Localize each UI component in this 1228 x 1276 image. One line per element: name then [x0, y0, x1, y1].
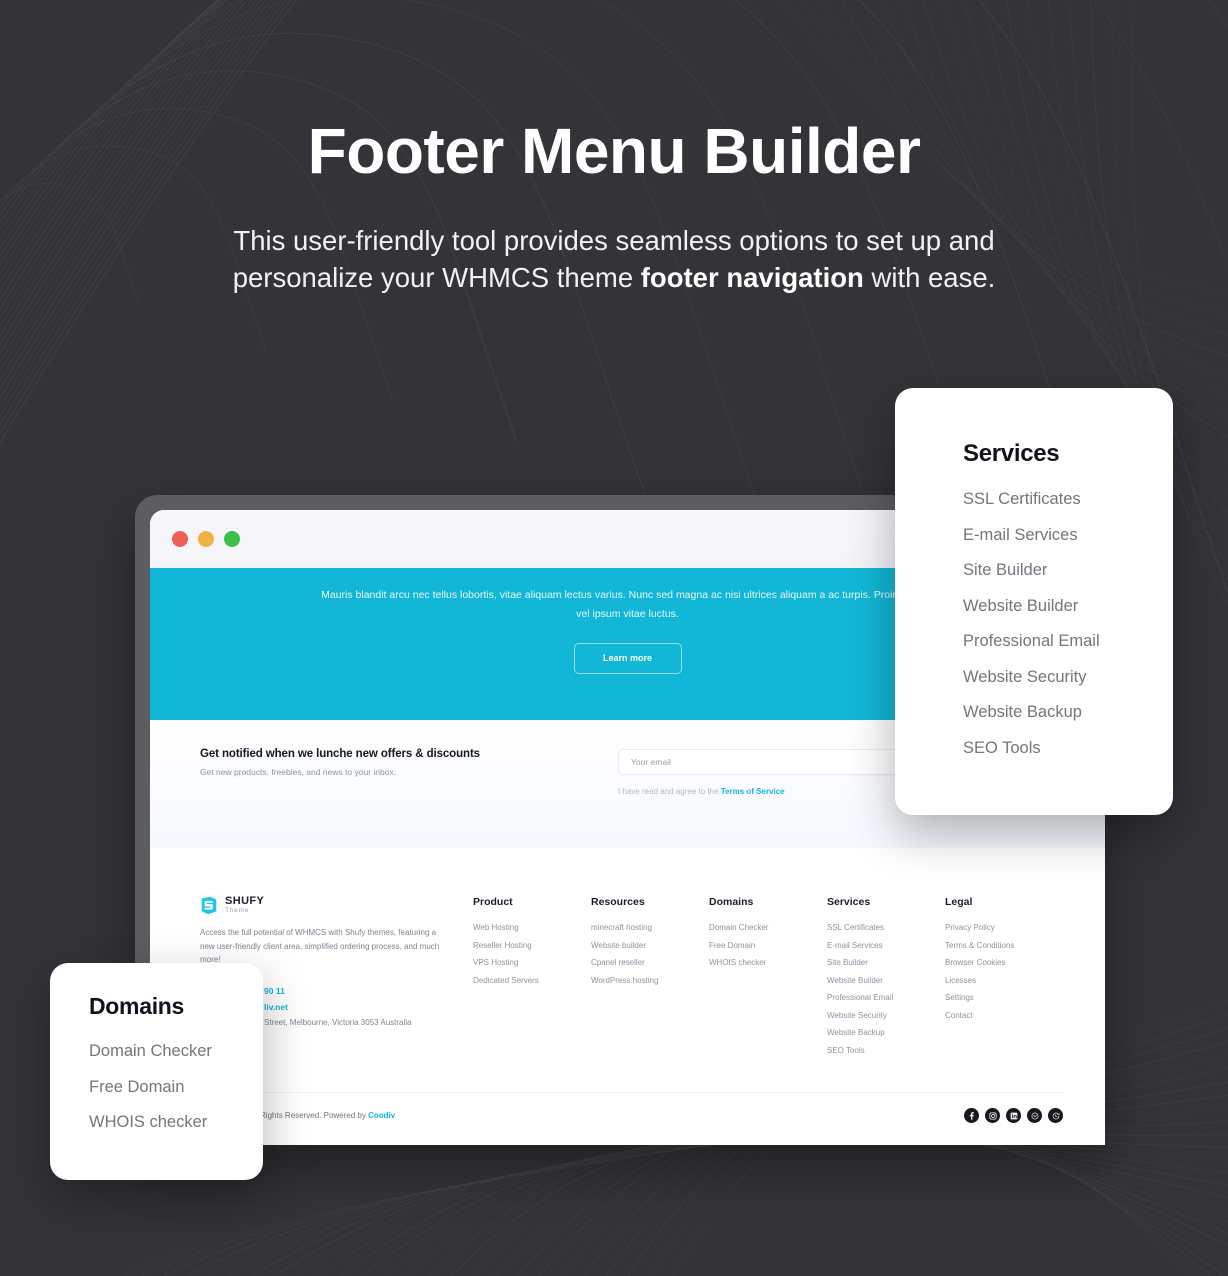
footer-link[interactable]: Browser Cookies	[945, 959, 1063, 967]
footer-link[interactable]: Cpanel reseller	[591, 959, 709, 967]
footer-column-services: Services SSL Certificates E-mail Services S…	[827, 896, 945, 1064]
footer-column-resources: Resources minecraft hosting Website builde…	[591, 896, 709, 1064]
callout-link[interactable]: SSL Certificates	[963, 491, 1173, 508]
footer-link[interactable]: Website Security	[827, 1011, 945, 1020]
callout-link[interactable]: Domain Checker	[89, 1043, 263, 1060]
footer-logo-name: SHUFY	[225, 895, 265, 907]
subtitle-emphasis: footer navigation	[640, 261, 864, 293]
callout-card-title: Services	[963, 440, 1060, 467]
callout-card-domains: Domains Domain Checker Free Domain WHOIS c…	[50, 963, 263, 1180]
learn-more-button[interactable]: Learn more	[573, 642, 682, 674]
footer-link[interactable]: Licesses	[945, 976, 1063, 985]
footer-link[interactable]: Website Builder	[827, 976, 945, 985]
footer-bottom-bar: Shufy theme. All Rights Reserved. Powere…	[200, 1092, 1063, 1138]
whatsapp-icon[interactable]	[1048, 1108, 1063, 1123]
footer-website[interactable]: liv.net	[264, 1000, 451, 1016]
footer-column-domains: Domains Domain Checker Free Domain WHOIS ch…	[709, 896, 827, 1064]
footer-link-columns: Product Web Hosting Reseller Hosting VPS Ho…	[473, 896, 1063, 1064]
subtitle-part-2: with ease.	[863, 261, 996, 293]
footer-column-legal: Legal Privacy Policy Terms & Conditions Bro…	[945, 896, 1063, 1064]
footer-link[interactable]: Contact	[945, 1011, 1063, 1020]
terms-prefix: I have read and agree to the	[618, 787, 721, 796]
footer-link[interactable]: Website Backup	[827, 1029, 945, 1037]
footer-link[interactable]: Professional Email	[827, 994, 945, 1002]
footer-link[interactable]: Domain Checker	[709, 924, 827, 932]
footer-description: Access the full potential of WHMCS with …	[200, 928, 440, 964]
terms-of-service-link[interactable]: Terms of Service	[721, 787, 785, 796]
footer-link[interactable]: SEO Tools	[827, 1046, 945, 1055]
footer-link[interactable]: Privacy Policy	[945, 924, 1063, 932]
callout-card-services: Services SSL Certificates E-mail Services…	[895, 388, 1173, 815]
facebook-icon[interactable]	[964, 1108, 979, 1123]
footer-column-title: Product	[473, 896, 513, 908]
footer-link[interactable]: SSL Certificates	[827, 924, 945, 932]
newsletter-copy: Get notified when we lunche new offers &…	[200, 748, 600, 848]
footer-link[interactable]: Website builder	[591, 941, 709, 950]
footer-link[interactable]: Reseller Hosting	[473, 941, 591, 950]
footer-logo-tagline: Theme	[225, 907, 250, 914]
callout-link[interactable]: Free Domain	[89, 1078, 263, 1096]
twitter-icon[interactable]	[1027, 1108, 1042, 1123]
footer-link[interactable]: WordPress hosting	[591, 976, 709, 985]
footer-link[interactable]: Web Hosting	[473, 924, 591, 932]
shufy-logo-icon	[201, 896, 217, 915]
callout-card-links: Domain Checker Free Domain WHOIS checker	[89, 1043, 263, 1131]
footer-logo-text: SHUFY Theme	[225, 896, 264, 915]
page-subtitle: This user-friendly tool provides seamles…	[164, 223, 1064, 296]
social-links	[964, 1108, 1063, 1123]
footer-column-product: Product Web Hosting Reseller Hosting VPS Ho…	[473, 896, 591, 1064]
close-window-dot[interactable]	[172, 531, 188, 547]
callout-link[interactable]: Website Backup	[963, 704, 1173, 721]
newsletter-subtitle: Get new products, freebies, and news to …	[200, 767, 397, 777]
footer-link[interactable]: minecraft hosting	[591, 924, 709, 932]
callout-card-links: SSL Certificates E-mail Services Site Buil…	[963, 491, 1173, 756]
page-title: Footer Menu Builder	[307, 115, 921, 187]
callout-link[interactable]: Website Security	[963, 668, 1173, 686]
site-hero-paragraph: Mauris blandit arcu nec tellus lobortis,…	[321, 589, 934, 621]
footer-link[interactable]: Dedicated Servers	[473, 976, 591, 985]
footer-address: Street, Melbourne, Victoria 3053 Austral…	[264, 1018, 412, 1028]
callout-link[interactable]: Professional Email	[963, 633, 1173, 650]
footer-link[interactable]: Terms & Conditions	[945, 941, 1063, 950]
coodiv-link[interactable]: Coodiv	[368, 1111, 395, 1120]
linkedin-icon[interactable]	[1006, 1108, 1021, 1123]
footer-link[interactable]: Site Builder	[827, 959, 945, 967]
footer-link[interactable]: VPS Hosting	[473, 959, 591, 967]
footer-column-title: Domains	[709, 896, 754, 908]
minimize-window-dot[interactable]	[198, 531, 214, 547]
footer-column-title: Legal	[945, 896, 973, 908]
footer-column-title: Services	[827, 896, 871, 908]
footer-link[interactable]: WHOIS checker	[709, 959, 827, 967]
newsletter-title: Get notified when we lunche new offers &…	[200, 748, 480, 760]
callout-link[interactable]: E-mail Services	[963, 526, 1173, 544]
footer-link[interactable]: Settings	[945, 994, 1063, 1002]
callout-link[interactable]: WHOIS checker	[89, 1114, 263, 1131]
instagram-icon[interactable]	[985, 1108, 1000, 1123]
footer-link[interactable]: E-mail Services	[827, 941, 945, 950]
footer-column-title: Resources	[591, 896, 645, 908]
maximize-window-dot[interactable]	[224, 531, 240, 547]
callout-link[interactable]: SEO Tools	[963, 739, 1173, 757]
callout-link[interactable]: Website Builder	[963, 597, 1173, 615]
callout-link[interactable]: Site Builder	[963, 562, 1173, 579]
hero-section: Footer Menu Builder This user-friendly t…	[0, 0, 1228, 296]
site-footer: SHUFY Theme Access the full potential of…	[150, 848, 1105, 1064]
footer-logo[interactable]: SHUFY Theme	[200, 896, 451, 915]
footer-link[interactable]: Free Domain	[709, 941, 827, 950]
callout-card-title: Domains	[89, 993, 185, 1019]
footer-phone[interactable]: 90 11	[264, 984, 451, 1000]
